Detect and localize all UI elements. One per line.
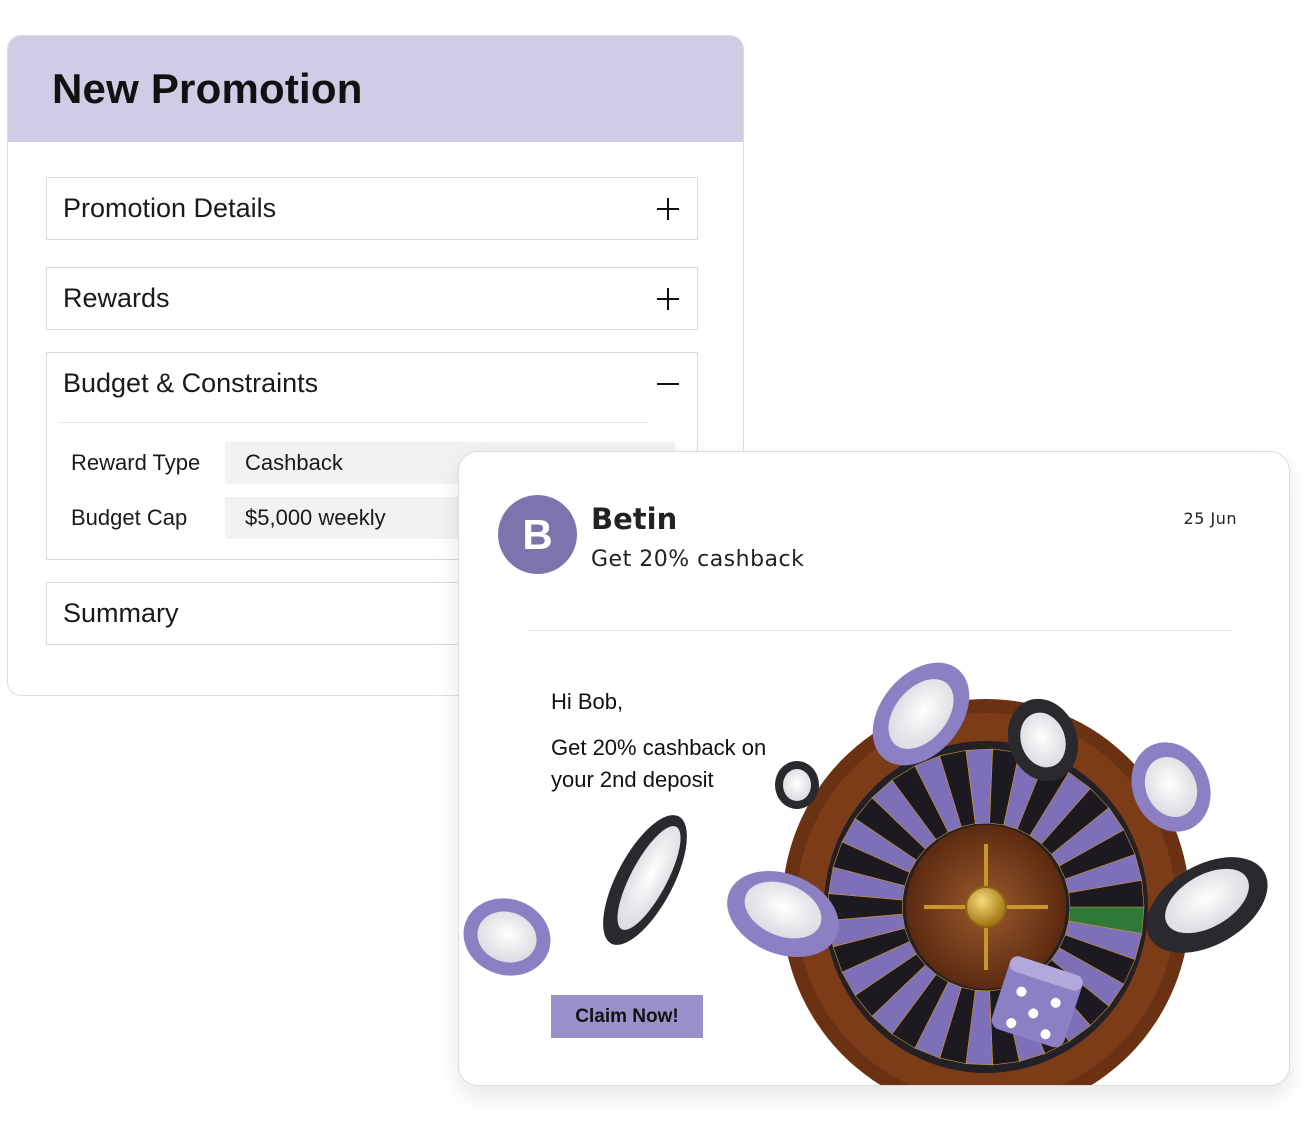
field-label: Budget Cap	[71, 505, 188, 530]
section-label: Budget & Constraints	[63, 368, 319, 398]
section-promotion-details[interactable]: Promotion Details	[46, 177, 698, 240]
section-header[interactable]: Budget & Constraints	[47, 353, 697, 414]
section-header[interactable]: Rewards	[47, 268, 697, 329]
section-label: Summary	[63, 598, 179, 628]
notification-subject: Get 20% cashback	[591, 547, 805, 572]
notification-preview-card: B Betin Get 20% cashback 25 Jun Hi Bob, …	[458, 451, 1290, 1086]
field-label: Reward Type	[71, 450, 201, 475]
claim-now-button[interactable]: Claim Now!	[551, 995, 703, 1038]
notification-date: 25 Jun	[1183, 509, 1237, 528]
greeting-text: Hi Bob,	[551, 689, 624, 714]
minus-icon[interactable]	[657, 373, 679, 395]
casino-chip	[603, 815, 687, 945]
section-header[interactable]: Promotion Details	[47, 178, 697, 239]
section-rewards[interactable]: Rewards	[46, 267, 698, 330]
page-title: New Promotion	[52, 65, 363, 112]
plus-icon[interactable]	[657, 287, 679, 310]
message-body: Get 20% cashback on your 2nd deposit	[551, 735, 767, 792]
avatar: B	[498, 495, 577, 574]
divider	[59, 422, 647, 423]
section-label: Promotion Details	[63, 193, 277, 223]
section-label: Rewards	[63, 283, 170, 313]
sender-name: Betin	[591, 502, 678, 536]
roulette-wheel	[782, 699, 1190, 1085]
plus-icon[interactable]	[657, 197, 679, 220]
casino-chip	[463, 898, 551, 976]
panel-header: New Promotion	[8, 36, 743, 142]
divider	[529, 630, 1232, 631]
